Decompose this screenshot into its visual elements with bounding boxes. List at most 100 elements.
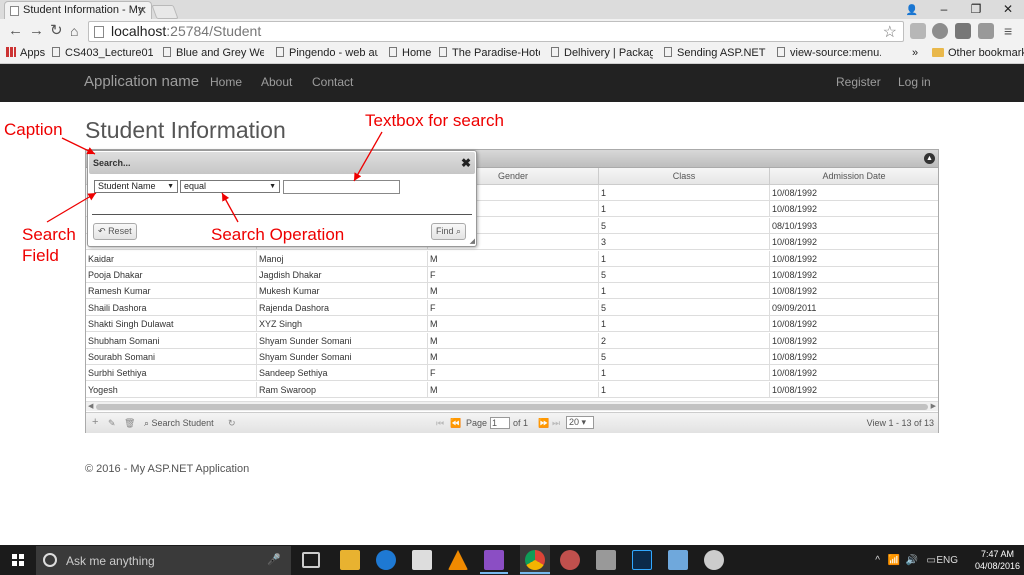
- scroll-right-icon[interactable]: ▶: [931, 402, 936, 412]
- extension-icon[interactable]: [955, 23, 971, 39]
- store-icon[interactable]: [412, 550, 432, 570]
- app-icon[interactable]: [668, 550, 688, 570]
- scroll-left-icon[interactable]: ◀: [88, 402, 93, 412]
- bookmarks-overflow-button[interactable]: »: [912, 47, 918, 59]
- reset-button[interactable]: ↶ Reset: [93, 223, 137, 240]
- language-indicator[interactable]: ENG: [936, 555, 958, 566]
- horizontal-scrollbar[interactable]: ◀ ▶: [86, 401, 938, 411]
- page-number-input[interactable]: 1: [490, 417, 510, 429]
- bookmark-label: Delhivery | Package 3: [564, 47, 653, 59]
- brand-link[interactable]: Application name: [84, 73, 199, 90]
- bookmark-item[interactable]: view-source:menu.wa: [777, 47, 881, 59]
- bookmark-item[interactable]: Blue and Grey Websit: [163, 47, 264, 59]
- new-tab-button[interactable]: [151, 5, 179, 19]
- add-row-icon[interactable]: +: [92, 416, 98, 428]
- nav-home[interactable]: Home: [210, 75, 242, 89]
- refresh-icon[interactable]: ↻: [228, 418, 236, 429]
- app-icon[interactable]: [560, 550, 580, 570]
- bookmark-label: The Paradise-Hotel W: [452, 47, 540, 59]
- extension-icon[interactable]: [910, 23, 926, 39]
- app-icon[interactable]: [704, 550, 724, 570]
- system-clock[interactable]: 7:47 AM 04/08/2016: [975, 548, 1020, 572]
- tab-close-icon[interactable]: ✕: [138, 4, 147, 17]
- network-icon[interactable]: 📶: [888, 555, 900, 566]
- resize-grip-icon[interactable]: ◢: [470, 237, 475, 245]
- page-size-select[interactable]: 20 ▾: [566, 416, 594, 429]
- menu-icon[interactable]: ≡: [1004, 22, 1012, 40]
- bookmark-item[interactable]: The Paradise-Hotel W: [439, 47, 540, 59]
- scrollbar-thumb[interactable]: [96, 404, 928, 410]
- bookmark-item[interactable]: Sending ASP.NET Ema: [664, 47, 766, 59]
- table-row[interactable]: Yogesh Ram Swaroop M 1 10/08/1992: [86, 381, 938, 398]
- delete-row-icon[interactable]: 🗑: [124, 418, 135, 429]
- skype-extension-icon[interactable]: [932, 23, 948, 39]
- find-button[interactable]: Find ⌕: [431, 223, 467, 240]
- chrome-icon[interactable]: [525, 550, 545, 570]
- nav-about[interactable]: About: [261, 75, 292, 89]
- address-bar[interactable]: localhost:25784/Student ☆: [88, 21, 904, 42]
- visual-studio-icon[interactable]: [484, 550, 504, 570]
- page-count-label: of 1: [513, 418, 529, 428]
- cortana-search-box[interactable]: Ask me anything 🎤: [36, 546, 291, 575]
- table-row[interactable]: Shubham Somani Shyam Sunder Somani M 2 10/08…: [86, 332, 938, 349]
- tray-overflow-icon[interactable]: ^: [875, 555, 880, 566]
- bookmark-item[interactable]: Delhivery | Package 3: [551, 47, 653, 59]
- action-center-icon[interactable]: ▭: [927, 555, 936, 566]
- next-page-icon[interactable]: ⏩: [538, 418, 549, 429]
- close-window-button[interactable]: ✕: [992, 0, 1024, 19]
- bookmark-item[interactable]: CS403_Lecture01 - Yo: [52, 47, 153, 59]
- windows-start-icon[interactable]: [12, 554, 24, 566]
- page-label: Page: [466, 418, 488, 428]
- restore-button[interactable]: ❐: [960, 0, 992, 19]
- search-text-input[interactable]: [283, 180, 400, 194]
- last-page-icon[interactable]: ⏭: [552, 418, 560, 429]
- user-icon[interactable]: 👤: [896, 1, 928, 20]
- other-bookmarks[interactable]: Other bookmarks: [932, 47, 1024, 59]
- extension-icon[interactable]: [978, 23, 994, 39]
- minimize-button[interactable]: –: [928, 0, 960, 19]
- file-explorer-icon[interactable]: [340, 550, 360, 570]
- table-row[interactable]: Kaidar Manoj M 1 10/08/1992: [86, 250, 938, 267]
- collapse-grid-icon[interactable]: ▲: [924, 153, 935, 164]
- table-row[interactable]: Pooja Dhakar Jagdish Dhakar F 5 10/08/1992: [86, 267, 938, 283]
- back-arrow-icon[interactable]: ←: [8, 22, 23, 40]
- page-icon: [551, 47, 559, 57]
- first-page-icon[interactable]: ⏮: [436, 418, 444, 429]
- volume-icon[interactable]: 🔊: [906, 555, 918, 566]
- search-student-button[interactable]: ⌕ Search Student: [144, 418, 214, 429]
- bookmark-apps[interactable]: Apps: [6, 47, 46, 59]
- table-row[interactable]: Shaili Dashora Rajenda Dashora F 5 09/09/201…: [86, 299, 938, 316]
- reload-icon[interactable]: ↻: [50, 22, 63, 40]
- home-icon[interactable]: ⌂: [70, 22, 78, 40]
- prev-page-icon[interactable]: ⏪: [450, 418, 461, 429]
- microphone-icon[interactable]: 🎤: [267, 553, 281, 566]
- table-cell: 10/08/1992: [772, 237, 818, 248]
- browser-tab[interactable]: Student Information - My ✕: [4, 1, 152, 19]
- search-dialog-title-bar[interactable]: Search... ✖: [89, 152, 475, 174]
- forward-arrow-icon[interactable]: →: [29, 22, 44, 40]
- edit-row-icon[interactable]: ✎: [108, 418, 116, 429]
- close-dialog-icon[interactable]: ✖: [461, 156, 471, 170]
- edge-browser-icon[interactable]: [376, 550, 396, 570]
- table-row[interactable]: Surbhi Sethiya Sandeep Sethiya F 1 10/08/199…: [86, 365, 938, 382]
- bookmark-item[interactable]: Home: [389, 47, 439, 59]
- window-controls: 👤 – ❐ ✕: [896, 0, 1024, 19]
- table-cell: 1: [599, 201, 770, 218]
- table-row[interactable]: Ramesh Kumar Mukesh Kumar M 1 10/08/1992: [86, 283, 938, 300]
- task-view-icon[interactable]: [302, 552, 320, 568]
- snipping-tool-icon[interactable]: [596, 550, 616, 570]
- search-field-select[interactable]: Student Name ▼: [94, 180, 178, 193]
- table-row[interactable]: Shakti Singh Dulawat XYZ Singh M 1 10/08/199…: [86, 316, 938, 333]
- nav-login[interactable]: Log in: [898, 75, 931, 89]
- bookmark-item[interactable]: Pingendo - web autho: [276, 47, 378, 59]
- vlc-icon[interactable]: [448, 550, 468, 570]
- bookmark-label: view-source:menu.wa: [790, 47, 881, 59]
- column-header-class[interactable]: Class: [599, 168, 770, 185]
- column-header-admission-date[interactable]: Admission Date: [770, 168, 938, 185]
- photoshop-icon[interactable]: [632, 550, 652, 570]
- bookmark-star-icon[interactable]: ☆: [883, 22, 897, 42]
- nav-register[interactable]: Register: [836, 75, 881, 89]
- nav-contact[interactable]: Contact: [312, 75, 353, 89]
- table-row[interactable]: Sourabh Somani Shyam Sunder Somani M 5 10/08…: [86, 349, 938, 365]
- search-operation-select[interactable]: equal ▼: [180, 180, 280, 193]
